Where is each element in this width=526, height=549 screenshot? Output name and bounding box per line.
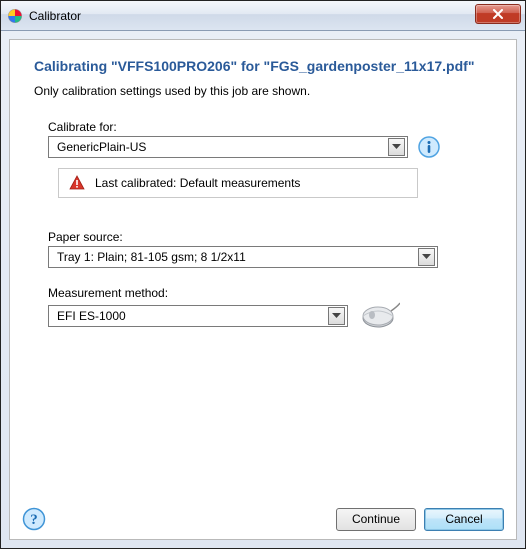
warning-icon xyxy=(69,175,85,191)
footer: ? Continue Cancel xyxy=(10,499,516,539)
close-button[interactable] xyxy=(475,4,521,24)
svg-text:?: ? xyxy=(30,512,38,528)
content-panel: Calibrating "VFFS100PRO206" for "FGS_gar… xyxy=(9,39,517,540)
chevron-down-icon xyxy=(418,248,435,266)
chevron-down-icon xyxy=(388,138,405,156)
cancel-button-label: Cancel xyxy=(445,512,482,526)
calibrate-for-value: GenericPlain-US xyxy=(57,140,146,154)
measurement-method-label: Measurement method: xyxy=(48,286,492,300)
calibrate-for-select[interactable]: GenericPlain-US xyxy=(48,136,408,158)
last-calibrated-alert: Last calibrated: Default measurements xyxy=(58,168,418,198)
chevron-down-icon xyxy=(328,307,345,325)
titlebar: Calibrator xyxy=(1,1,525,31)
measurement-method-group: Measurement method: EFI ES-1000 xyxy=(48,286,492,330)
paper-source-select[interactable]: Tray 1: Plain; 81-105 gsm; 8 1/2x11 xyxy=(48,246,438,268)
continue-button-label: Continue xyxy=(352,512,400,526)
window-title: Calibrator xyxy=(29,9,81,23)
calibrate-for-group: Calibrate for: GenericPlain-US xyxy=(48,120,492,198)
calibrate-for-label: Calibrate for: xyxy=(48,120,492,134)
window-body: Calibrating "VFFS100PRO206" for "FGS_gar… xyxy=(1,31,525,548)
measurement-method-value: EFI ES-1000 xyxy=(57,309,126,323)
continue-button[interactable]: Continue xyxy=(336,508,416,531)
mouse-device-icon xyxy=(358,302,400,330)
paper-source-group: Paper source: Tray 1: Plain; 81-105 gsm;… xyxy=(48,230,492,268)
page-heading: Calibrating "VFFS100PRO206" for "FGS_gar… xyxy=(34,58,492,74)
page-subtext: Only calibration settings used by this j… xyxy=(34,84,492,98)
app-icon xyxy=(7,8,23,24)
cancel-button[interactable]: Cancel xyxy=(424,508,504,531)
last-calibrated-text: Last calibrated: Default measurements xyxy=(95,176,300,190)
help-icon[interactable]: ? xyxy=(22,507,46,531)
paper-source-label: Paper source: xyxy=(48,230,492,244)
info-icon[interactable] xyxy=(418,136,440,158)
measurement-method-select[interactable]: EFI ES-1000 xyxy=(48,305,348,327)
paper-source-value: Tray 1: Plain; 81-105 gsm; 8 1/2x11 xyxy=(57,250,246,264)
